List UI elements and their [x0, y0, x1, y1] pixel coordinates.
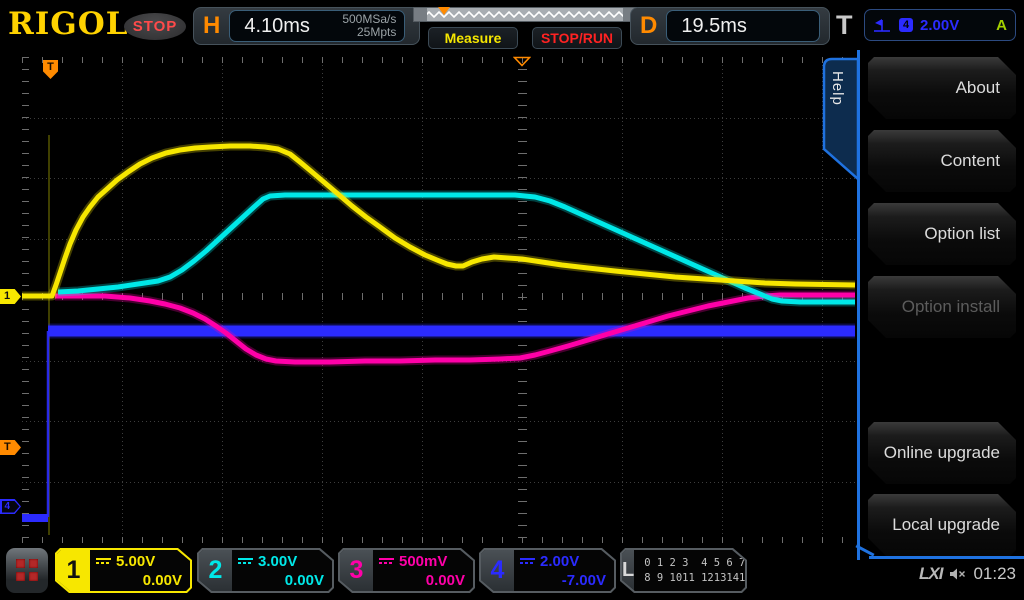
help-menu-tab[interactable]: Help [821, 57, 859, 181]
ch2-trace [58, 195, 855, 302]
ch3-offset: 0.00V [379, 572, 465, 589]
menu-button-option-install[interactable]: Option install [868, 276, 1016, 338]
menu-button-about[interactable]: About [868, 57, 1016, 119]
ch1-offset: 0.00V [96, 572, 182, 589]
strip-left-cap [414, 8, 427, 21]
trigger-position-marker-icon [513, 56, 531, 67]
navigation-menu-button[interactable] [6, 548, 48, 593]
channel1-number: 1 [57, 550, 90, 591]
help-tab-label: Help [829, 71, 846, 106]
menu-button-local-upgrade[interactable]: Local upgrade [868, 494, 1016, 556]
delay-value: 19.5ms [667, 15, 747, 38]
trigger-status-panel[interactable]: 4 2.00V A [864, 9, 1016, 41]
ch4-coupling-icon [520, 557, 535, 566]
trigger-mode: A [996, 17, 1007, 34]
measure-button[interactable]: Measure [428, 27, 518, 49]
clock: 01:23 [973, 564, 1016, 584]
logic-label: L [622, 550, 634, 591]
trigger-level-value: 2.00V [920, 17, 959, 34]
channel4-number: 4 [481, 550, 514, 591]
logic-channels-block[interactable]: L 0 1 2 3 4 5 6 7 8 9 1011 12131415 [620, 548, 747, 593]
menu-button-option-list[interactable]: Option list [868, 203, 1016, 265]
channel3-status-block[interactable]: 3 500mV 0.00V [338, 548, 475, 593]
menu-button-content[interactable]: Content [868, 130, 1016, 192]
menu-grid-icon [16, 559, 38, 581]
sample-rate: 500MSa/s [342, 12, 396, 26]
ch2-scale: 3.00V [258, 553, 297, 570]
waveform-display: T 1 T 4 [0, 50, 857, 558]
delay-block[interactable]: D 19.5ms [630, 7, 830, 45]
horizontal-timebase-block[interactable]: H 4.10ms 500MSa/s 25Mpts [193, 7, 420, 45]
rigol-logo: RIGOL [8, 6, 129, 42]
ch1-trace-fuzz [22, 146, 855, 296]
menu-button-online-upgrade[interactable]: Online upgrade [868, 422, 1016, 484]
run-state-badge: STOP [124, 13, 186, 40]
memory-depth: 25Mpts [357, 25, 396, 39]
sound-muted-icon [949, 567, 966, 581]
lxi-indicator: LXI [919, 564, 942, 584]
trigger-source-badge: 4 [899, 18, 913, 32]
stop-run-button[interactable]: STOP/RUN [532, 27, 622, 49]
waveform-position-strip[interactable] [413, 7, 637, 22]
ch2-coupling-icon [238, 557, 253, 566]
waveform-traces [0, 50, 857, 558]
logic-channel-numbers: 0 1 2 3 4 5 6 7 8 9 1011 12131415 [634, 550, 751, 591]
trigger-edge-icon [873, 17, 892, 34]
trigger-label: T [836, 10, 853, 41]
trigger-position-strip-marker[interactable] [438, 7, 450, 15]
ch2-offset: 0.00V [238, 572, 324, 589]
ch3-coupling-icon [379, 557, 394, 566]
timebase-value: 4.10ms [230, 15, 310, 38]
ch4-offset: -7.00V [520, 572, 606, 589]
channel2-number: 2 [199, 550, 232, 591]
channel4-status-block[interactable]: 4 2.00V -7.00V [479, 548, 616, 593]
ch1-coupling-icon [96, 557, 111, 566]
ch1-trace [22, 146, 855, 296]
ch4-scale: 2.00V [540, 553, 579, 570]
menu-panel-border [869, 556, 1024, 559]
channel1-status-block[interactable]: 1 5.00V 0.00V [55, 548, 192, 593]
d-label: D [631, 12, 666, 40]
ch1-scale: 5.00V [116, 553, 155, 570]
channel2-status-block[interactable]: 2 3.00V 0.00V [197, 548, 334, 593]
ch3-scale: 500mV [399, 553, 447, 570]
h-label: H [194, 12, 229, 40]
oscilloscope-screen: RIGOL STOP H 4.10ms 500MSa/s 25Mpts Meas… [0, 0, 1024, 600]
channel3-number: 3 [340, 550, 373, 591]
